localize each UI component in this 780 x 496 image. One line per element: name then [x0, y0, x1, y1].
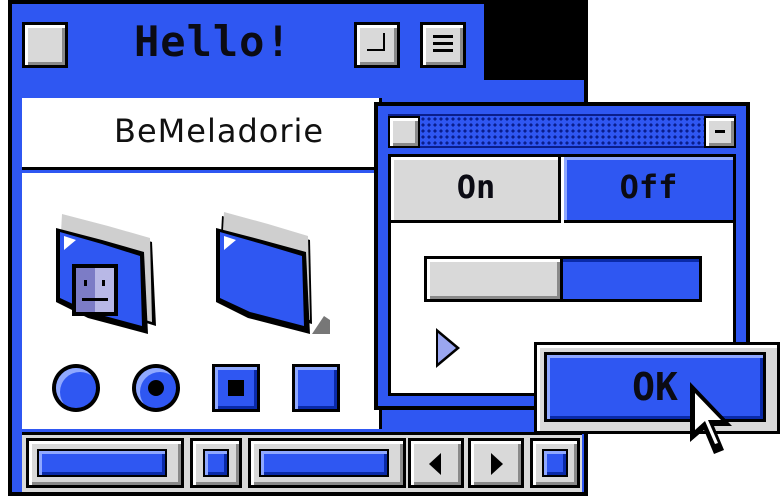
toolbar-field-right[interactable]	[248, 438, 406, 488]
radio-icon[interactable]	[52, 364, 100, 412]
tab-off[interactable]: Off	[564, 157, 733, 223]
toolbar-button-small-right[interactable]	[530, 438, 580, 488]
dialog-title-bar[interactable]	[388, 114, 736, 148]
zoom-icon	[367, 33, 385, 51]
collapse-box-button[interactable]	[420, 22, 466, 68]
checkbox-icon[interactable]	[292, 364, 340, 412]
toolbar-button-small-left[interactable]	[190, 438, 242, 488]
checkbox-checked-icon[interactable]	[212, 364, 260, 412]
folder-with-finder-face-icon[interactable]	[52, 208, 162, 338]
scroll-left-button[interactable]	[408, 438, 464, 488]
scroll-right-button[interactable]	[468, 438, 524, 488]
right-arrow-icon	[491, 453, 503, 475]
folder-icon[interactable]	[212, 208, 332, 338]
volume-name: BeMeladorie	[114, 112, 325, 150]
toolbar-field-left[interactable]	[26, 438, 184, 488]
arrow-cursor-icon	[686, 380, 736, 460]
menu-lines-icon	[433, 35, 453, 38]
left-arrow-icon	[429, 453, 441, 475]
dialog-collapse-box[interactable]	[704, 116, 736, 148]
progress-fill	[427, 259, 563, 299]
radio-selected-icon[interactable]	[132, 364, 180, 412]
tab-on[interactable]: On	[391, 157, 561, 223]
disclosure-triangle-icon[interactable]	[436, 328, 460, 368]
close-box-button[interactable]	[22, 22, 68, 68]
dialog-close-box[interactable]	[388, 116, 420, 148]
name-header: BeMeladorie	[22, 98, 382, 170]
progress-bar	[424, 256, 702, 302]
window-title: Hello!	[134, 17, 292, 66]
zoom-box-button[interactable]	[354, 22, 400, 68]
